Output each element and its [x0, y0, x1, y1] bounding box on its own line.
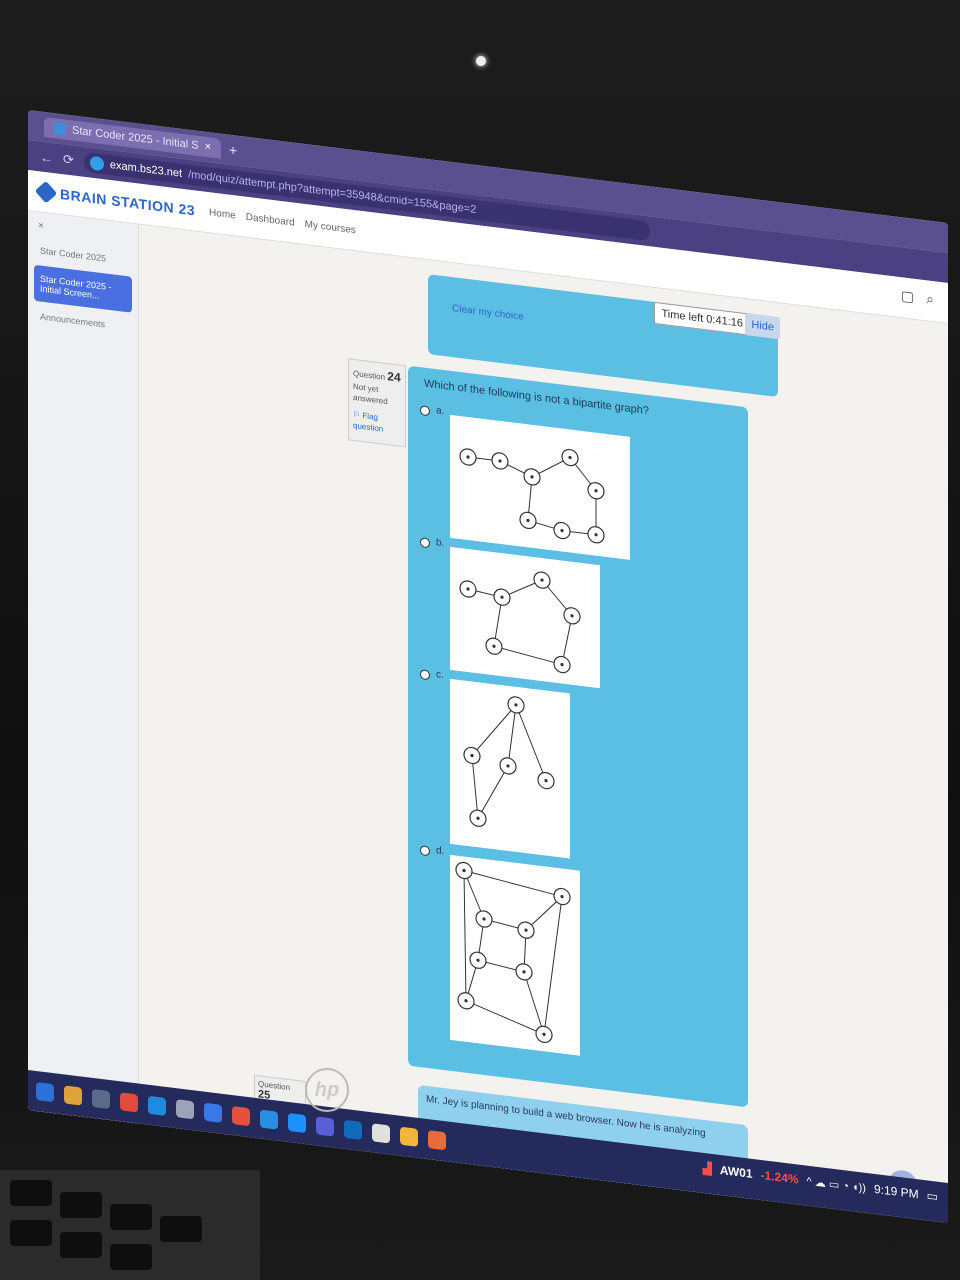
folder-icon[interactable]: [400, 1126, 418, 1147]
mail-icon[interactable]: [204, 1102, 222, 1123]
graph-edge: [523, 971, 545, 1035]
app-icon[interactable]: [288, 1112, 306, 1134]
option-c-radio[interactable]: [420, 669, 430, 681]
graph-edge: [464, 870, 563, 898]
brand-logo[interactable]: BRAIN STATION 23: [34, 180, 196, 219]
keyboard-key: [10, 1180, 52, 1206]
stock-change: -1.24%: [760, 1167, 799, 1187]
option-d-graph-image: [450, 854, 581, 1056]
file-explorer-icon[interactable]: [64, 1085, 82, 1106]
option-d-radio[interactable]: [420, 845, 430, 857]
nav-my-courses[interactable]: My courses: [305, 218, 356, 235]
hp-logo: hp: [305, 1068, 349, 1112]
question-body: Which of the following is not a bipartit…: [408, 365, 748, 1108]
option-b[interactable]: b.: [420, 533, 601, 689]
keyboard: [0, 1170, 260, 1280]
site-nav: Home Dashboard My courses: [209, 207, 356, 236]
screen: Star Coder 2025 - Initial S × + ← ⟳ exam…: [28, 110, 948, 1223]
stock-chart-icon: ▟: [702, 1160, 712, 1176]
notification-icon[interactable]: ▭: [927, 1188, 938, 1203]
option-c-graph-image: [449, 678, 570, 859]
quiz-content: Clear my choice Time left 0:41:16 Hide Q…: [138, 225, 948, 1223]
option-a-radio[interactable]: [420, 405, 430, 417]
chrome-icon[interactable]: [120, 1092, 138, 1113]
store-icon[interactable]: [176, 1099, 194, 1120]
option-d[interactable]: d.: [420, 841, 581, 1056]
header-icons: ▢ ⌕: [901, 287, 934, 308]
stock-ticker[interactable]: AW01: [720, 1163, 753, 1181]
option-b-radio[interactable]: [420, 537, 430, 549]
keyboard-key: [60, 1192, 102, 1218]
new-tab-button[interactable]: +: [229, 142, 237, 159]
option-a-graph-image: [450, 414, 631, 560]
brand-name: BRAIN STATION 23: [60, 185, 196, 219]
option-a-label: a.: [436, 405, 445, 418]
graph-edge: [515, 704, 547, 781]
outlook-icon[interactable]: [344, 1119, 362, 1141]
keyboard-key: [110, 1204, 152, 1230]
search-icon[interactable]: ⌕: [926, 290, 934, 308]
start-icon[interactable]: [36, 1081, 54, 1103]
site-info-icon[interactable]: [89, 155, 104, 172]
quiz-timer: Time left 0:41:16: [654, 301, 750, 336]
webcam-icon: [476, 56, 486, 66]
clipboard-icon[interactable]: ▢: [901, 287, 914, 306]
nav-home[interactable]: Home: [209, 207, 236, 221]
flag-icon: ⚐: [353, 410, 361, 420]
keyboard-key: [110, 1244, 152, 1270]
option-c[interactable]: c.: [420, 665, 570, 859]
back-arrow-icon[interactable]: ←: [40, 149, 53, 166]
active-app-icon[interactable]: [428, 1130, 446, 1151]
keyboard-key: [60, 1232, 102, 1258]
graph-edge: [463, 870, 467, 1001]
favicon-icon: [54, 122, 66, 136]
keyboard-key: [10, 1220, 52, 1246]
url-host: exam.bs23.net: [109, 159, 183, 180]
nav-dashboard[interactable]: Dashboard: [246, 211, 295, 228]
vscode-icon[interactable]: [260, 1109, 278, 1130]
close-tab-icon[interactable]: ×: [205, 141, 211, 154]
main-area: × Star Coder 2025 Star Coder 2025 - Init…: [28, 211, 948, 1223]
reload-icon[interactable]: ⟳: [63, 151, 74, 168]
teams-icon[interactable]: [316, 1116, 334, 1137]
task-view-icon[interactable]: [92, 1088, 110, 1110]
keyboard-key: [160, 1216, 202, 1242]
settings-icon[interactable]: [372, 1123, 390, 1144]
option-d-label: d.: [436, 845, 445, 858]
edge-icon[interactable]: [148, 1095, 166, 1116]
option-b-label: b.: [436, 537, 445, 550]
graph-edge: [543, 896, 563, 1035]
flag-question-button[interactable]: ⚐ Flag question: [353, 409, 401, 437]
question-label: Question: [353, 368, 386, 382]
course-sidebar: × Star Coder 2025 Star Coder 2025 - Init…: [28, 211, 139, 1125]
graph-edge: [466, 1000, 545, 1035]
clear-choice-link[interactable]: Clear my choice: [452, 303, 524, 323]
browser-app-icon[interactable]: [232, 1106, 250, 1127]
graph-edge: [471, 755, 479, 819]
question-number: 24: [387, 369, 401, 385]
graph-edge: [494, 645, 563, 666]
question-info-box: Question 24 Not yet answered ⚐ Flag ques…: [348, 358, 406, 448]
option-b-graph-image: [450, 546, 601, 689]
option-c-label: c.: [436, 669, 444, 682]
hide-timer-button[interactable]: Hide: [745, 313, 780, 340]
brain-station-logo-icon: [34, 180, 58, 204]
tray-status-icons[interactable]: ^ ☁ ▭ ◔ ◖)): [807, 1174, 866, 1194]
clock[interactable]: 9:19 PM: [874, 1182, 919, 1201]
